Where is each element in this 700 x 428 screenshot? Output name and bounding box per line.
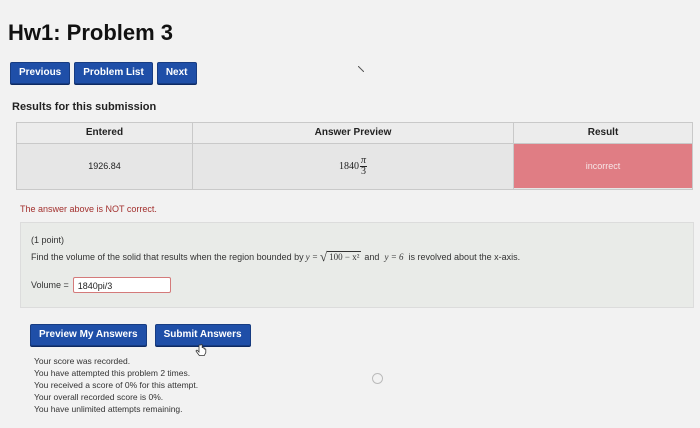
webwork-page: Hw1: Problem 3 Previous Problem List Nex… (0, 0, 700, 428)
equation-lhs: y = (305, 252, 318, 262)
result-value: incorrect (585, 161, 621, 171)
points-label: (1 point) (31, 235, 65, 245)
column-header-result: Result (514, 123, 692, 144)
preview-denominator: 3 (360, 165, 366, 177)
answer-label: Volume = (31, 280, 69, 290)
preview-numerator: π (359, 154, 367, 167)
question-text-end: is revolved about the x-axis. (408, 252, 521, 262)
loading-circle-icon (372, 373, 383, 384)
square-root-expression: √ 100 − x² (320, 249, 362, 264)
problem-statement: Find the volume of the solid that result… (31, 249, 521, 264)
submission-status: Your score was recorded. You have attemp… (34, 355, 198, 415)
results-heading: Results for this submission (12, 101, 157, 113)
status-line: You have unlimited attempts remaining. (34, 404, 183, 414)
answer-preview-cell: 1840 π 3 (193, 144, 513, 188)
preview-fraction: π 3 (359, 154, 367, 177)
preview-whole: 1840 (338, 160, 359, 172)
submit-answers-button[interactable]: Submit Answers (154, 324, 251, 346)
stray-mark-icon (358, 66, 364, 72)
problem-nav: Previous Problem List Next (10, 62, 197, 84)
question-and: and (364, 252, 380, 262)
preview-answers-button[interactable]: Preview My Answers (30, 324, 147, 346)
radical-sign-icon: √ (320, 249, 328, 264)
question-text-start: Find the volume of the solid that result… (31, 252, 304, 262)
answer-preview-expression: 1840 π 3 (193, 144, 513, 188)
incorrect-message: The answer above is NOT correct. (20, 204, 157, 214)
answer-row: Volume = 1840pi/3 (31, 277, 171, 293)
entered-cell: 1926.84 (17, 144, 192, 188)
previous-button[interactable]: Previous (10, 62, 71, 84)
radicand: 100 − x² (327, 251, 362, 262)
status-line: Your score was recorded. (34, 356, 131, 366)
results-table: Entered Answer Preview Result 1926.84 18… (16, 122, 693, 190)
status-line: You have attempted this problem 2 times. (34, 368, 191, 378)
next-button[interactable]: Next (156, 62, 197, 84)
volume-answer-input[interactable]: 1840pi/3 (72, 277, 171, 293)
second-equation: y = 6 (384, 252, 404, 262)
submission-buttons: Preview My Answers Submit Answers (30, 324, 251, 346)
status-line: Your overall recorded score is 0%. (34, 392, 164, 402)
problem-list-button[interactable]: Problem List (74, 62, 153, 84)
column-header-answer-preview: Answer Preview (193, 123, 513, 144)
column-header-entered: Entered (17, 123, 192, 144)
status-line: You received a score of 0% for this atte… (34, 380, 199, 390)
page-title: Hw1: Problem 3 (8, 20, 174, 45)
problem-panel: (1 point) Find the volume of the solid t… (20, 222, 694, 308)
entered-value: 1926.84 (88, 161, 121, 171)
result-cell: incorrect (514, 144, 692, 188)
